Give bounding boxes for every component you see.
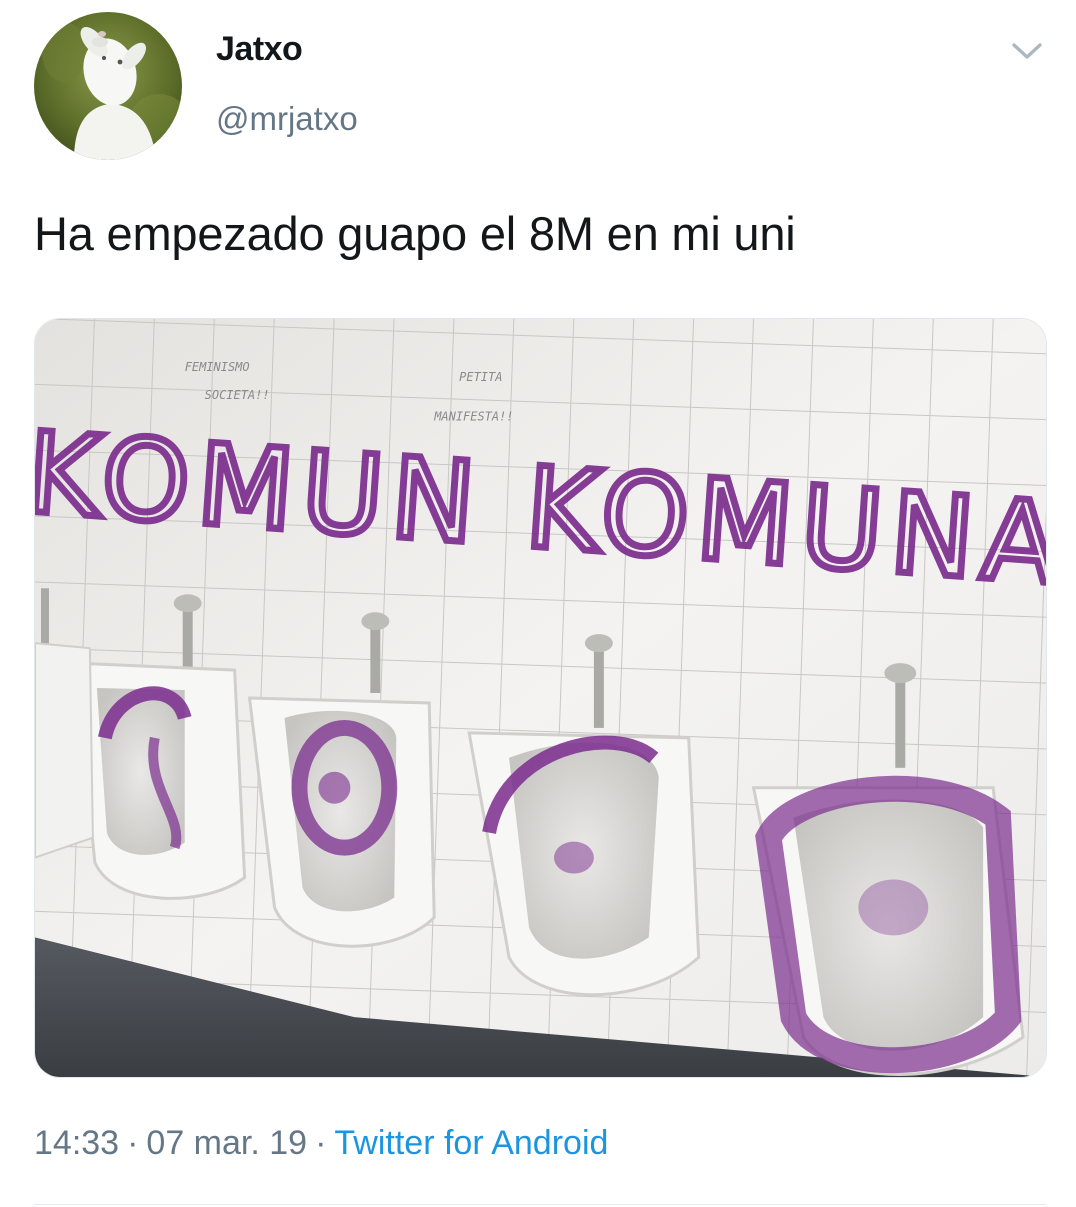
avatar[interactable] [34,12,182,160]
tweet-text: Ha empezado guapo el 8M en mi uni [34,207,796,260]
tweet-date[interactable]: 07 mar. 19 [146,1124,307,1162]
goat-avatar-image [34,12,182,160]
graffiti-small-2: SOCIETA!! [205,388,270,402]
tweet-photo[interactable]: FEMINISMO SOCIETA!! PETITA MANIFESTA!! K… [34,318,1047,1078]
tweet-source-link[interactable]: Twitter for Android [334,1124,608,1162]
meta-separator: · [127,1124,139,1162]
divider [34,1204,1046,1205]
user-handle[interactable]: @mrjatxo [216,100,358,138]
display-name[interactable]: Jatxo [216,30,303,69]
meta-separator: · [315,1124,327,1162]
graffiti-small-3: PETITA [459,370,502,384]
chevron-down-icon[interactable] [1010,36,1044,66]
tweet-time: 14:33 [34,1124,120,1162]
graffiti-small-4: MANIFESTA!! [433,410,513,424]
tweet-meta: 14:33 · 07 mar. 19 · Twitter for Android [34,1124,608,1163]
graffiti-small-1: FEMINISMO [185,360,250,374]
urinals-photo: FEMINISMO SOCIETA!! PETITA MANIFESTA!! K… [35,319,1046,1077]
